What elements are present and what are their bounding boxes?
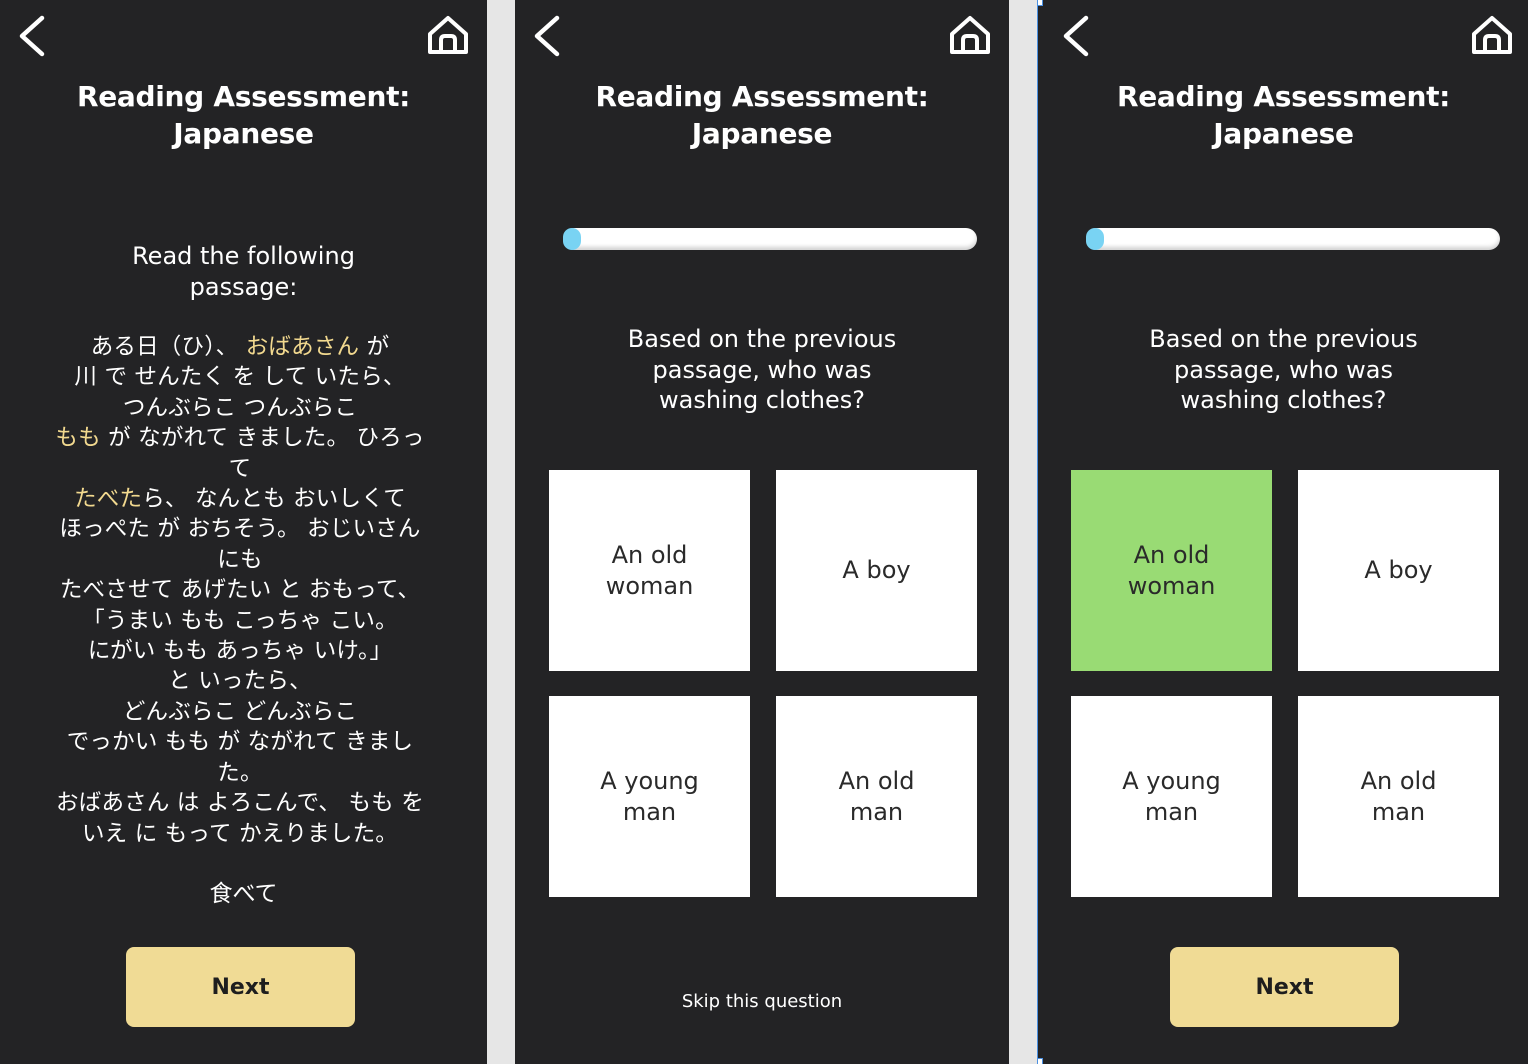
home-icon [950,16,990,54]
passage-text: でっかい もも が ながれて きまし [66,729,414,756]
next-button[interactable]: Next [1170,947,1399,1027]
page-title: Reading Assessment: Japanese [1116,80,1451,150]
passage-line: ある日（ひ）、 おばあさん が [30,332,450,362]
reading-passage: ある日（ひ）、 おばあさん が川 で せんたく を して いたら、 つんぶらこ つ… [30,332,450,849]
home-button[interactable] [948,14,992,58]
home-button[interactable] [426,14,470,58]
option-a-boy[interactable]: A boy [776,470,977,671]
option-an-old-woman[interactable]: An old woman [1071,470,1272,671]
passage-line: つんぶらこ つんぶらこ [30,393,450,423]
passage-text: にがい もも あっちゃ いけ。」 [87,638,393,665]
instruction-text: Read the following passage: [132,242,355,301]
chevron-left-icon [1063,15,1089,57]
back-button[interactable] [1058,14,1094,58]
passage-text: が ながれて きました。 ひろっ [100,425,425,452]
page-title: Reading Assessment: Japanese [76,80,411,150]
highlighted-word[interactable]: もも [55,425,100,451]
passage-text: ら、 なんとも おいしくて [142,486,406,513]
home-button[interactable] [1470,14,1514,58]
passage-text: たべさせて あげたい と おもって、 [59,577,421,604]
option-a-boy[interactable]: A boy [1298,470,1499,671]
question-text: Based on the previous passage, who was w… [627,325,897,414]
passage-text: て [228,455,252,482]
passage-line: たべさせて あげたい と おもって、 [30,575,450,605]
progress-bar [1086,228,1500,250]
passage-line: もも が ながれて きました。 ひろっ [30,423,450,453]
next-button[interactable]: Next [126,947,355,1027]
passage-line: にも [30,545,450,575]
passage-line: と いったら、 [30,666,450,696]
question-answered-screen: Reading Assessment: Japanese Based on th… [1037,0,1528,1064]
passage-text: いえ に もって かえりました。 [81,820,399,847]
question-screen: Reading Assessment: Japanese Based on th… [515,0,1009,1064]
passage-text: た。 [217,759,263,786]
passage-line: ほっぺた が おちそう。 おじいさん [30,514,450,544]
passage-line: 川 で せんたく を して いたら、 [30,362,450,392]
back-button[interactable] [14,14,50,58]
option-an-old-man[interactable]: An old man [1298,696,1499,897]
progress-fill [563,228,581,250]
chevron-left-icon [19,15,45,57]
passage-text: どんぶらこ どんぶらこ [122,698,358,725]
passage-line: おばあさん は よろこんで、 もも を [30,788,450,818]
passage-text: が [359,334,390,360]
passage-text: 川 で せんたく を して いたら、 [74,364,406,391]
page-title: Reading Assessment: Japanese [595,80,929,150]
passage-line: て [30,454,450,484]
passage-text: と いったら、 [168,668,312,695]
question-text: Based on the previous passage, who was w… [1149,325,1418,414]
home-icon [428,16,468,54]
passage-text: つんぶらこ つんぶらこ [122,394,358,421]
option-an-old-woman[interactable]: An old woman [549,470,750,671]
passage-text: 「うまい もも こっちゃ こい。 [82,607,398,634]
passage-line: どんぶらこ どんぶらこ [30,697,450,727]
passage-screen: Reading Assessment: Japanese Read the fo… [0,0,487,1064]
passage-line: にがい もも あっちゃ いけ。」 [30,636,450,666]
selection-handle [1038,0,1043,6]
skip-question-link[interactable]: Skip this question [515,991,1009,1012]
passage-line: でっかい もも が ながれて きまし [30,727,450,757]
back-button[interactable] [529,14,565,58]
progress-bar [563,228,977,250]
passage-line: いえ に もって かえりました。 [30,819,450,849]
passage-text: にも [217,546,263,573]
home-icon [1472,16,1512,54]
highlighted-word[interactable]: たべた [74,486,142,512]
passage-line: 「うまい もも こっちゃ こい。 [30,606,450,636]
option-an-old-man[interactable]: An old man [776,696,977,897]
highlighted-word[interactable]: おばあさん [246,334,360,360]
passage-text: ほっぺた が おちそう。 おじいさん [59,516,421,543]
option-a-young-man[interactable]: A young man [549,696,750,897]
progress-fill [1086,228,1104,250]
passage-line: た。 [30,758,450,788]
selection-handle [1038,1058,1043,1064]
option-a-young-man[interactable]: A young man [1071,696,1272,897]
vocab-word: 食べて [209,881,278,907]
passage-text: ある日（ひ）、 [90,334,246,360]
passage-text: おばあさん は よろこんで、 もも を [56,790,424,817]
passage-line: たべたら、 なんとも おいしくて [30,484,450,514]
chevron-left-icon [534,15,560,57]
